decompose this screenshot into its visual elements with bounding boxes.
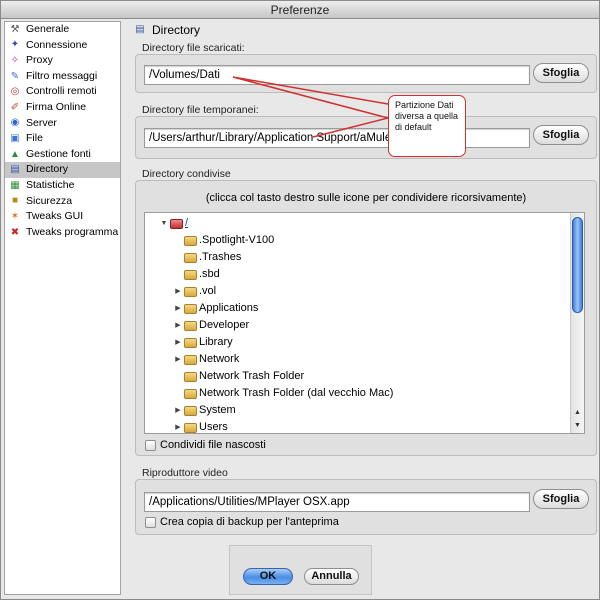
annotation-arrow <box>232 76 389 119</box>
annotation-arrow-secondary <box>312 117 389 138</box>
ok-button[interactable]: OK <box>243 568 293 585</box>
cancel-button[interactable]: Annulla <box>304 568 359 585</box>
annotation-arrows <box>232 76 389 138</box>
annotation-note: Partizione Dati diversa a quella di defa… <box>388 95 466 157</box>
preferences-window: Preferenze ⚒ Generale ✦ Connessione ✧ Pr… <box>0 0 600 600</box>
